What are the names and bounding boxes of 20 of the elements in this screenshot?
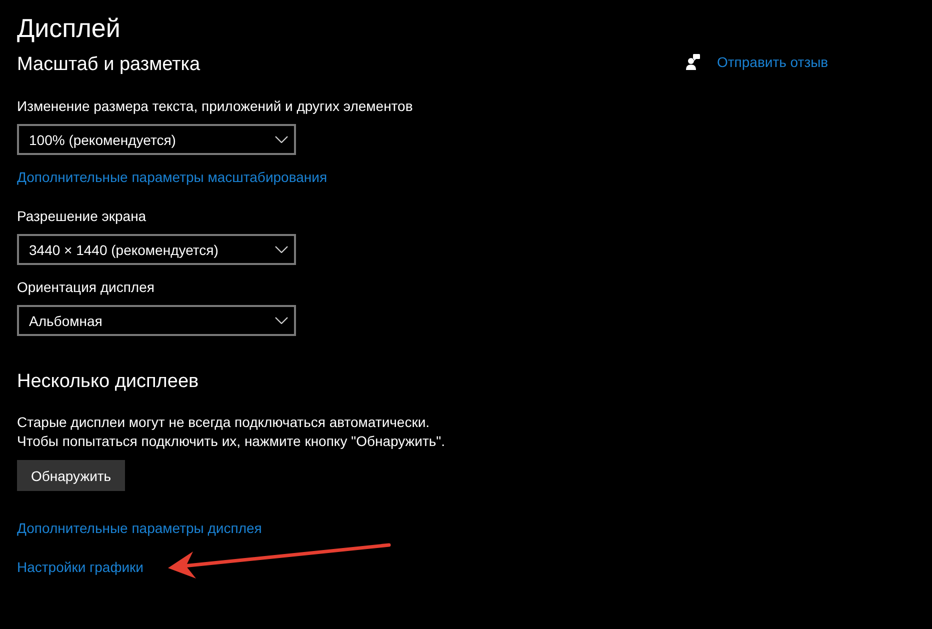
dropdown[interactable]: 3440 × 1440 (рекомендуется): [17, 234, 296, 265]
field-label: Изменение размера текста, приложений и других элементов: [17, 97, 413, 116]
field-label: Разрешение экрана: [17, 207, 146, 226]
feedback-icon: [686, 54, 700, 70]
chevron-down-icon: [275, 317, 288, 324]
feedback-link[interactable]: Отправить отзыв: [717, 52, 828, 72]
settings-link[interactable]: Дополнительные параметры масштабирования: [17, 167, 328, 187]
description-text: Старые дисплеи могут не всегда подключаться автоматически.: [17, 413, 430, 432]
section-heading: Масштаб и разметка: [17, 53, 200, 77]
page-title: Дисплей: [17, 12, 120, 45]
chevron-down-icon: [275, 136, 288, 143]
dropdown[interactable]: Альбомная: [17, 305, 296, 336]
settings-link[interactable]: Настройки графики: [17, 557, 144, 577]
field-label: Ориентация дисплея: [17, 278, 154, 297]
chevron-down-icon: [275, 246, 288, 253]
dropdown[interactable]: 100% (рекомендуется): [17, 124, 296, 155]
detect-button[interactable]: Обнаружить: [17, 460, 126, 491]
section-heading: Несколько дисплеев: [17, 370, 199, 394]
settings-link[interactable]: Дополнительные параметры дисплея: [17, 518, 262, 538]
description-text: Чтобы попытаться подключить их, нажмите кнопку "Обнаружить".: [17, 432, 446, 451]
